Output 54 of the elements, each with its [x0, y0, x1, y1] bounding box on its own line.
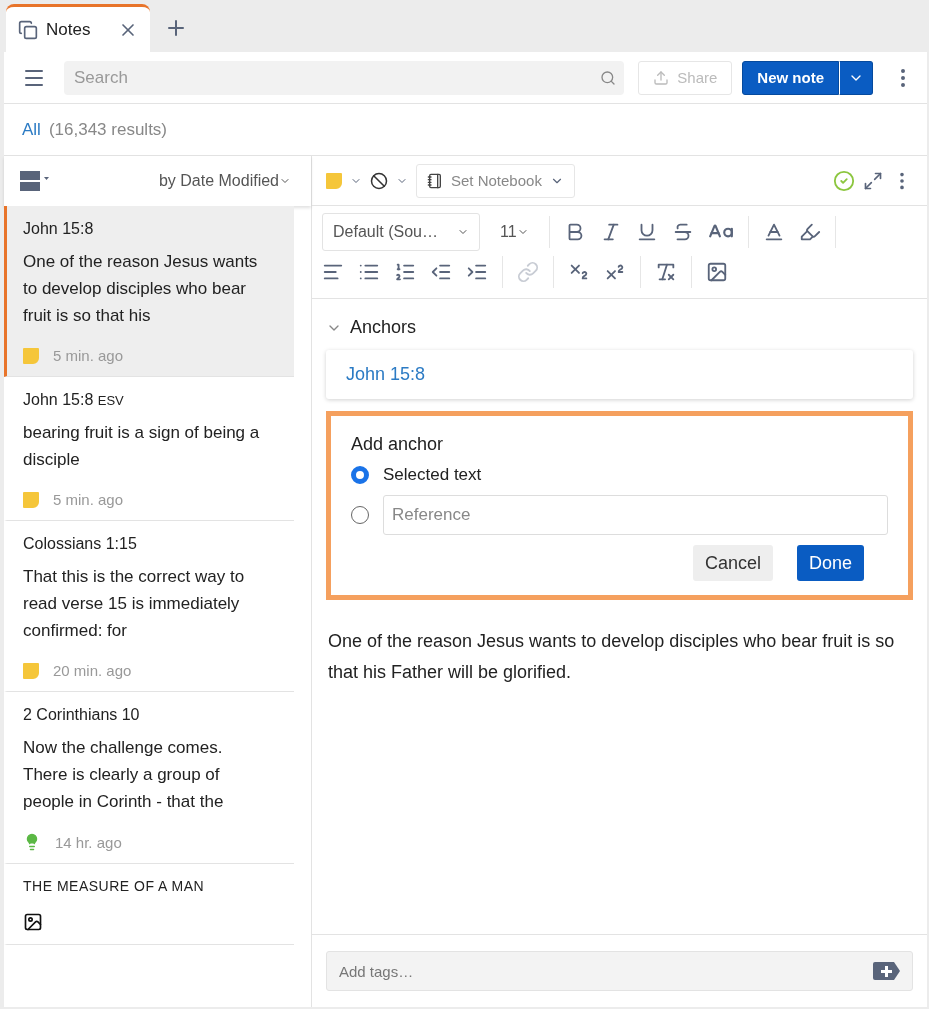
note-title: John 15:8 ESV [23, 391, 125, 409]
notebook-icon [427, 172, 443, 189]
image-icon [23, 912, 43, 932]
note-preview: That this is the correct way to read verse 15 is immediately confirmed: for [23, 566, 246, 642]
note-time: 5 min. ago [53, 491, 124, 508]
results-count: (16,343 results) [48, 119, 168, 140]
note-preview: Now the challenge comes. There is clearly a group of people in Corinth - that the [23, 737, 225, 813]
all-filter-link[interactable]: All [22, 119, 41, 140]
tags-field[interactable]: Add tags… [337, 961, 872, 981]
check-icon [833, 169, 855, 192]
reference-field[interactable]: Reference [383, 495, 888, 535]
panel-title: Add anchor [351, 434, 445, 455]
note-preview: One of the reason Jesus wants to develop disciples who bear fruit is so that his [23, 251, 259, 327]
sticky-note-icon [23, 662, 39, 679]
note-time: 20 min. ago [53, 662, 132, 679]
sort-dropdown[interactable]: by Date Modified [152, 171, 297, 191]
note-preview: bearing fruit is a sign of being a disciple [23, 422, 261, 471]
note-title: John 15:8 [23, 220, 95, 238]
done-button[interactable]: Done [796, 545, 864, 581]
cancel-button[interactable]: Cancel [692, 545, 773, 581]
numbered-list-icon[interactable] [394, 261, 416, 283]
notebook-dropdown[interactable]: Set Notebook [416, 163, 575, 198]
upload-icon [653, 69, 670, 86]
tags-box[interactable]: Add tags… [326, 951, 913, 991]
note-content: One of the reason Jesus wants to develop disciples who bear fruit is so that his Father will be glorified. [327, 630, 896, 684]
radio-label: Selected text [383, 465, 482, 485]
note-time: 5 min. ago [53, 347, 124, 364]
anchor-link[interactable]: John 15:8 [326, 350, 913, 399]
search-box[interactable]: Search [64, 60, 625, 95]
highlight-color-icon[interactable] [798, 221, 821, 243]
size-dropdown[interactable]: 11 [494, 222, 535, 242]
tab-label: Notes [46, 19, 92, 40]
layout-icon[interactable] [20, 169, 50, 193]
no-style-icon[interactable] [370, 171, 388, 190]
font-dropdown[interactable]: Default (Sou… [322, 213, 480, 251]
note-title: THE MEASURE OF A MAN [23, 878, 206, 894]
note-title: Colossians 1:15 [23, 535, 138, 553]
radio-button[interactable] [351, 466, 369, 484]
new-note-menu-button[interactable] [839, 60, 873, 95]
add-tag-icon [872, 961, 902, 981]
image-icon[interactable] [706, 261, 728, 283]
notes-icon [18, 19, 38, 40]
note-time: 14 hr. ago [55, 833, 122, 851]
search-field[interactable]: Search [72, 66, 601, 89]
note-item[interactable]: John 15:8 One of the reason Jesus wants to develop disciples who bear fruit is so that his 5 min. ago [4, 206, 294, 377]
note-title: 2 Corinthians 10 [23, 706, 141, 724]
clear-format-icon[interactable] [655, 261, 677, 283]
search-icon [600, 69, 617, 86]
anchors-header[interactable]: Anchors [326, 317, 913, 338]
expand-icon[interactable] [863, 170, 883, 191]
notes-tab[interactable]: Notes [6, 4, 150, 52]
sticky-note-icon [23, 491, 39, 508]
sticky-note-icon [23, 347, 39, 364]
new-note-button[interactable]: New note [742, 60, 839, 95]
